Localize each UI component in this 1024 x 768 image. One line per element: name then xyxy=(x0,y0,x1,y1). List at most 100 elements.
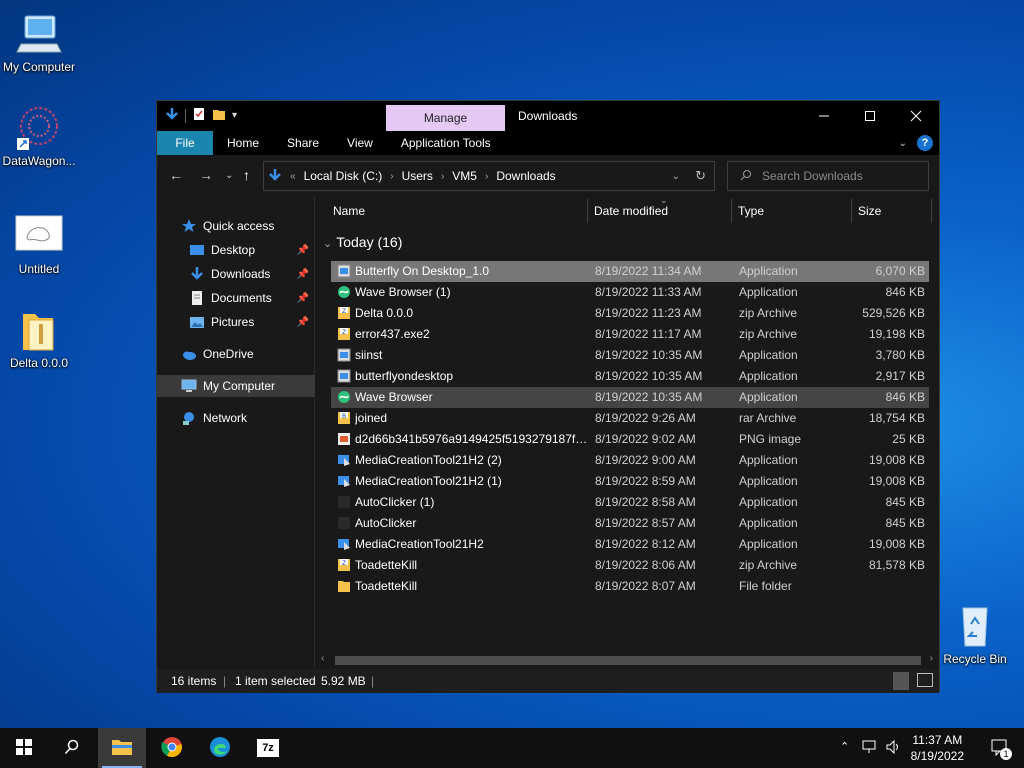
pin-icon[interactable]: 📌 xyxy=(297,245,309,256)
nav-pictures[interactable]: Pictures 📌 xyxy=(157,311,315,333)
breadcrumb-downloads[interactable]: Downloads xyxy=(496,169,555,183)
new-folder-icon[interactable] xyxy=(212,107,226,124)
scroll-left-icon[interactable]: ‹ xyxy=(321,653,324,664)
file-row[interactable]: MediaCreationTool21H2 (2) 8/19/2022 9:00 … xyxy=(331,450,929,471)
breadcrumb-users[interactable]: Users xyxy=(402,169,433,183)
help-icon[interactable]: ? xyxy=(917,135,933,151)
back-arrow-icon[interactable]: ← xyxy=(169,167,183,183)
desktop-icon-delta[interactable]: Delta 0.0.0 xyxy=(0,306,78,370)
address-bar[interactable]: « Local Disk (C:) › Users › VM5 › Downlo… xyxy=(263,161,715,191)
tab-home[interactable]: Home xyxy=(213,131,273,155)
file-row[interactable]: siinst 8/19/2022 10:35 AM Application 3,780… xyxy=(331,345,929,366)
nav-network[interactable]: Network xyxy=(157,407,315,429)
pin-icon[interactable]: 📌 xyxy=(297,317,309,328)
up-arrow-icon[interactable]: ↑ xyxy=(243,167,250,183)
taskbar-clock[interactable]: 11:37 AM 8/19/2022 xyxy=(911,732,964,764)
maximize-button[interactable] xyxy=(847,101,893,131)
start-button[interactable] xyxy=(0,728,48,768)
scrollbar-thumb[interactable] xyxy=(335,656,921,665)
download-arrow-icon[interactable] xyxy=(165,107,179,124)
file-row[interactable]: MediaCreationTool21H2 (1) 8/19/2022 8:59 … xyxy=(331,471,929,492)
expand-ribbon-icon[interactable]: ⌄ xyxy=(899,138,907,149)
status-bar: 16 items | 1 item selected 5.92 MB | xyxy=(157,669,939,693)
tab-view[interactable]: View xyxy=(333,131,387,155)
column-divider[interactable] xyxy=(587,199,588,223)
file-size: 25 KB xyxy=(892,432,925,446)
column-header-size[interactable]: Size xyxy=(858,204,881,218)
desktop-icon-datawagon[interactable]: DataWagon... xyxy=(0,104,78,168)
breadcrumb-local-disk[interactable]: Local Disk (C:) xyxy=(304,169,383,183)
customize-toolbar-icon[interactable]: ▾ xyxy=(232,110,237,121)
column-header-name[interactable]: Name xyxy=(333,204,365,218)
pin-icon[interactable]: 📌 xyxy=(297,293,309,304)
desktop-icon-label: My Computer xyxy=(2,60,76,74)
group-header[interactable]: ⌄ Today (16) xyxy=(323,234,402,250)
tab-file[interactable]: File xyxy=(157,131,213,155)
properties-icon[interactable] xyxy=(192,107,206,124)
file-row[interactable]: Z ToadetteKill 8/19/2022 8:06 AM zip Archiv… xyxy=(331,555,929,576)
desktop-icon-my-computer[interactable]: My Computer xyxy=(0,10,78,74)
file-row[interactable]: Butterfly On Desktop_1.0 8/19/2022 11:34 … xyxy=(331,261,929,282)
forward-arrow-icon[interactable]: → xyxy=(199,167,213,183)
close-button[interactable] xyxy=(893,101,939,131)
large-icons-view-icon[interactable] xyxy=(917,673,933,687)
volume-icon[interactable] xyxy=(886,739,902,757)
taskbar-chrome[interactable] xyxy=(148,728,196,768)
column-headers: Name Date modified ⌄ Type Size xyxy=(317,195,937,225)
file-row[interactable]: MediaCreationTool21H2 8/19/2022 8:12 AM Ap… xyxy=(331,534,929,555)
refresh-icon[interactable]: ↻ xyxy=(695,168,706,184)
breadcrumb-separator-icon[interactable]: › xyxy=(485,171,488,182)
breadcrumb-separator-icon[interactable]: › xyxy=(390,171,393,182)
notification-center-button[interactable]: 1 xyxy=(990,738,1012,761)
tab-manage[interactable]: Manage xyxy=(386,105,505,131)
nav-documents[interactable]: Documents 📌 xyxy=(157,287,315,309)
taskbar-7zip[interactable]: 7z xyxy=(244,728,292,768)
desktop-icon-untitled[interactable]: Untitled xyxy=(0,212,78,276)
nav-onedrive[interactable]: OneDrive xyxy=(157,343,315,365)
file-row[interactable]: butterflyondesktop 8/19/2022 10:35 AM Appl… xyxy=(331,366,929,387)
tab-application-tools[interactable]: Application Tools xyxy=(387,131,505,155)
desktop-icon-recycle-bin[interactable]: Recycle Bin xyxy=(936,602,1014,666)
minimize-button[interactable] xyxy=(801,101,847,131)
file-row[interactable]: AutoClicker 8/19/2022 8:57 AM Application 8… xyxy=(331,513,929,534)
media-tool-icon xyxy=(337,537,351,551)
details-view-icon[interactable] xyxy=(893,672,909,690)
file-row[interactable]: ToadetteKill 8/19/2022 8:07 AM File folder xyxy=(331,576,929,597)
search-input[interactable] xyxy=(762,169,922,183)
nav-desktop[interactable]: Desktop 📌 xyxy=(157,239,315,261)
file-row[interactable]: Zerror437.exe2 8/19/2022 11:17 AM zip Arch… xyxy=(331,324,929,345)
breadcrumb-overflow[interactable]: « xyxy=(290,171,296,182)
column-header-type[interactable]: Type xyxy=(738,204,764,218)
file-row[interactable]: Bjoined 8/19/2022 9:26 AM rar Archive 18,75… xyxy=(331,408,929,429)
search-button[interactable] xyxy=(48,728,96,768)
search-box[interactable] xyxy=(727,161,929,191)
app-icon xyxy=(337,264,351,278)
file-row[interactable]: d2d66b341b5976a9149425f5193279187f0c... 8… xyxy=(331,429,929,450)
column-divider[interactable] xyxy=(851,199,852,223)
pin-icon[interactable]: 📌 xyxy=(297,269,309,280)
tab-share[interactable]: Share xyxy=(273,131,333,155)
taskbar-edge[interactable] xyxy=(196,728,244,768)
taskbar-file-explorer[interactable] xyxy=(98,728,146,768)
column-divider[interactable] xyxy=(731,199,732,223)
collapse-chevron-icon[interactable]: ⌄ xyxy=(323,238,332,250)
column-divider[interactable] xyxy=(931,199,932,223)
column-header-date[interactable]: Date modified xyxy=(594,204,668,218)
nav-my-computer[interactable]: My Computer xyxy=(157,375,315,397)
nav-quick-access[interactable]: Quick access xyxy=(157,215,315,237)
file-row[interactable]: Z Delta 0.0.0 8/19/2022 11:23 AM zip Archiv… xyxy=(331,303,929,324)
network-status-icon[interactable] xyxy=(862,740,878,757)
file-row[interactable]: AutoClicker (1) 8/19/2022 8:58 AM Applicat… xyxy=(331,492,929,513)
file-row[interactable]: Wave Browser (1) 8/19/2022 11:33 AM Applic… xyxy=(331,282,929,303)
breadcrumb-separator-icon[interactable]: › xyxy=(441,171,444,182)
horizontal-scrollbar[interactable]: ‹ › xyxy=(317,652,937,669)
scroll-right-icon[interactable]: › xyxy=(930,653,933,664)
file-row[interactable]: Wave Browser 8/19/2022 10:35 AM Applicatio… xyxy=(331,387,929,408)
breadcrumb-vm5[interactable]: VM5 xyxy=(452,169,477,183)
recent-locations-chevron-icon[interactable]: ⌄ xyxy=(225,170,233,181)
nav-downloads[interactable]: Downloads 📌 xyxy=(157,263,315,285)
tray-overflow-chevron-icon[interactable]: ⌃ xyxy=(840,740,849,753)
file-date: 8/19/2022 8:58 AM xyxy=(595,495,696,509)
file-size: 529,526 KB xyxy=(862,306,925,320)
address-history-chevron-icon[interactable]: ⌄ xyxy=(672,171,680,182)
